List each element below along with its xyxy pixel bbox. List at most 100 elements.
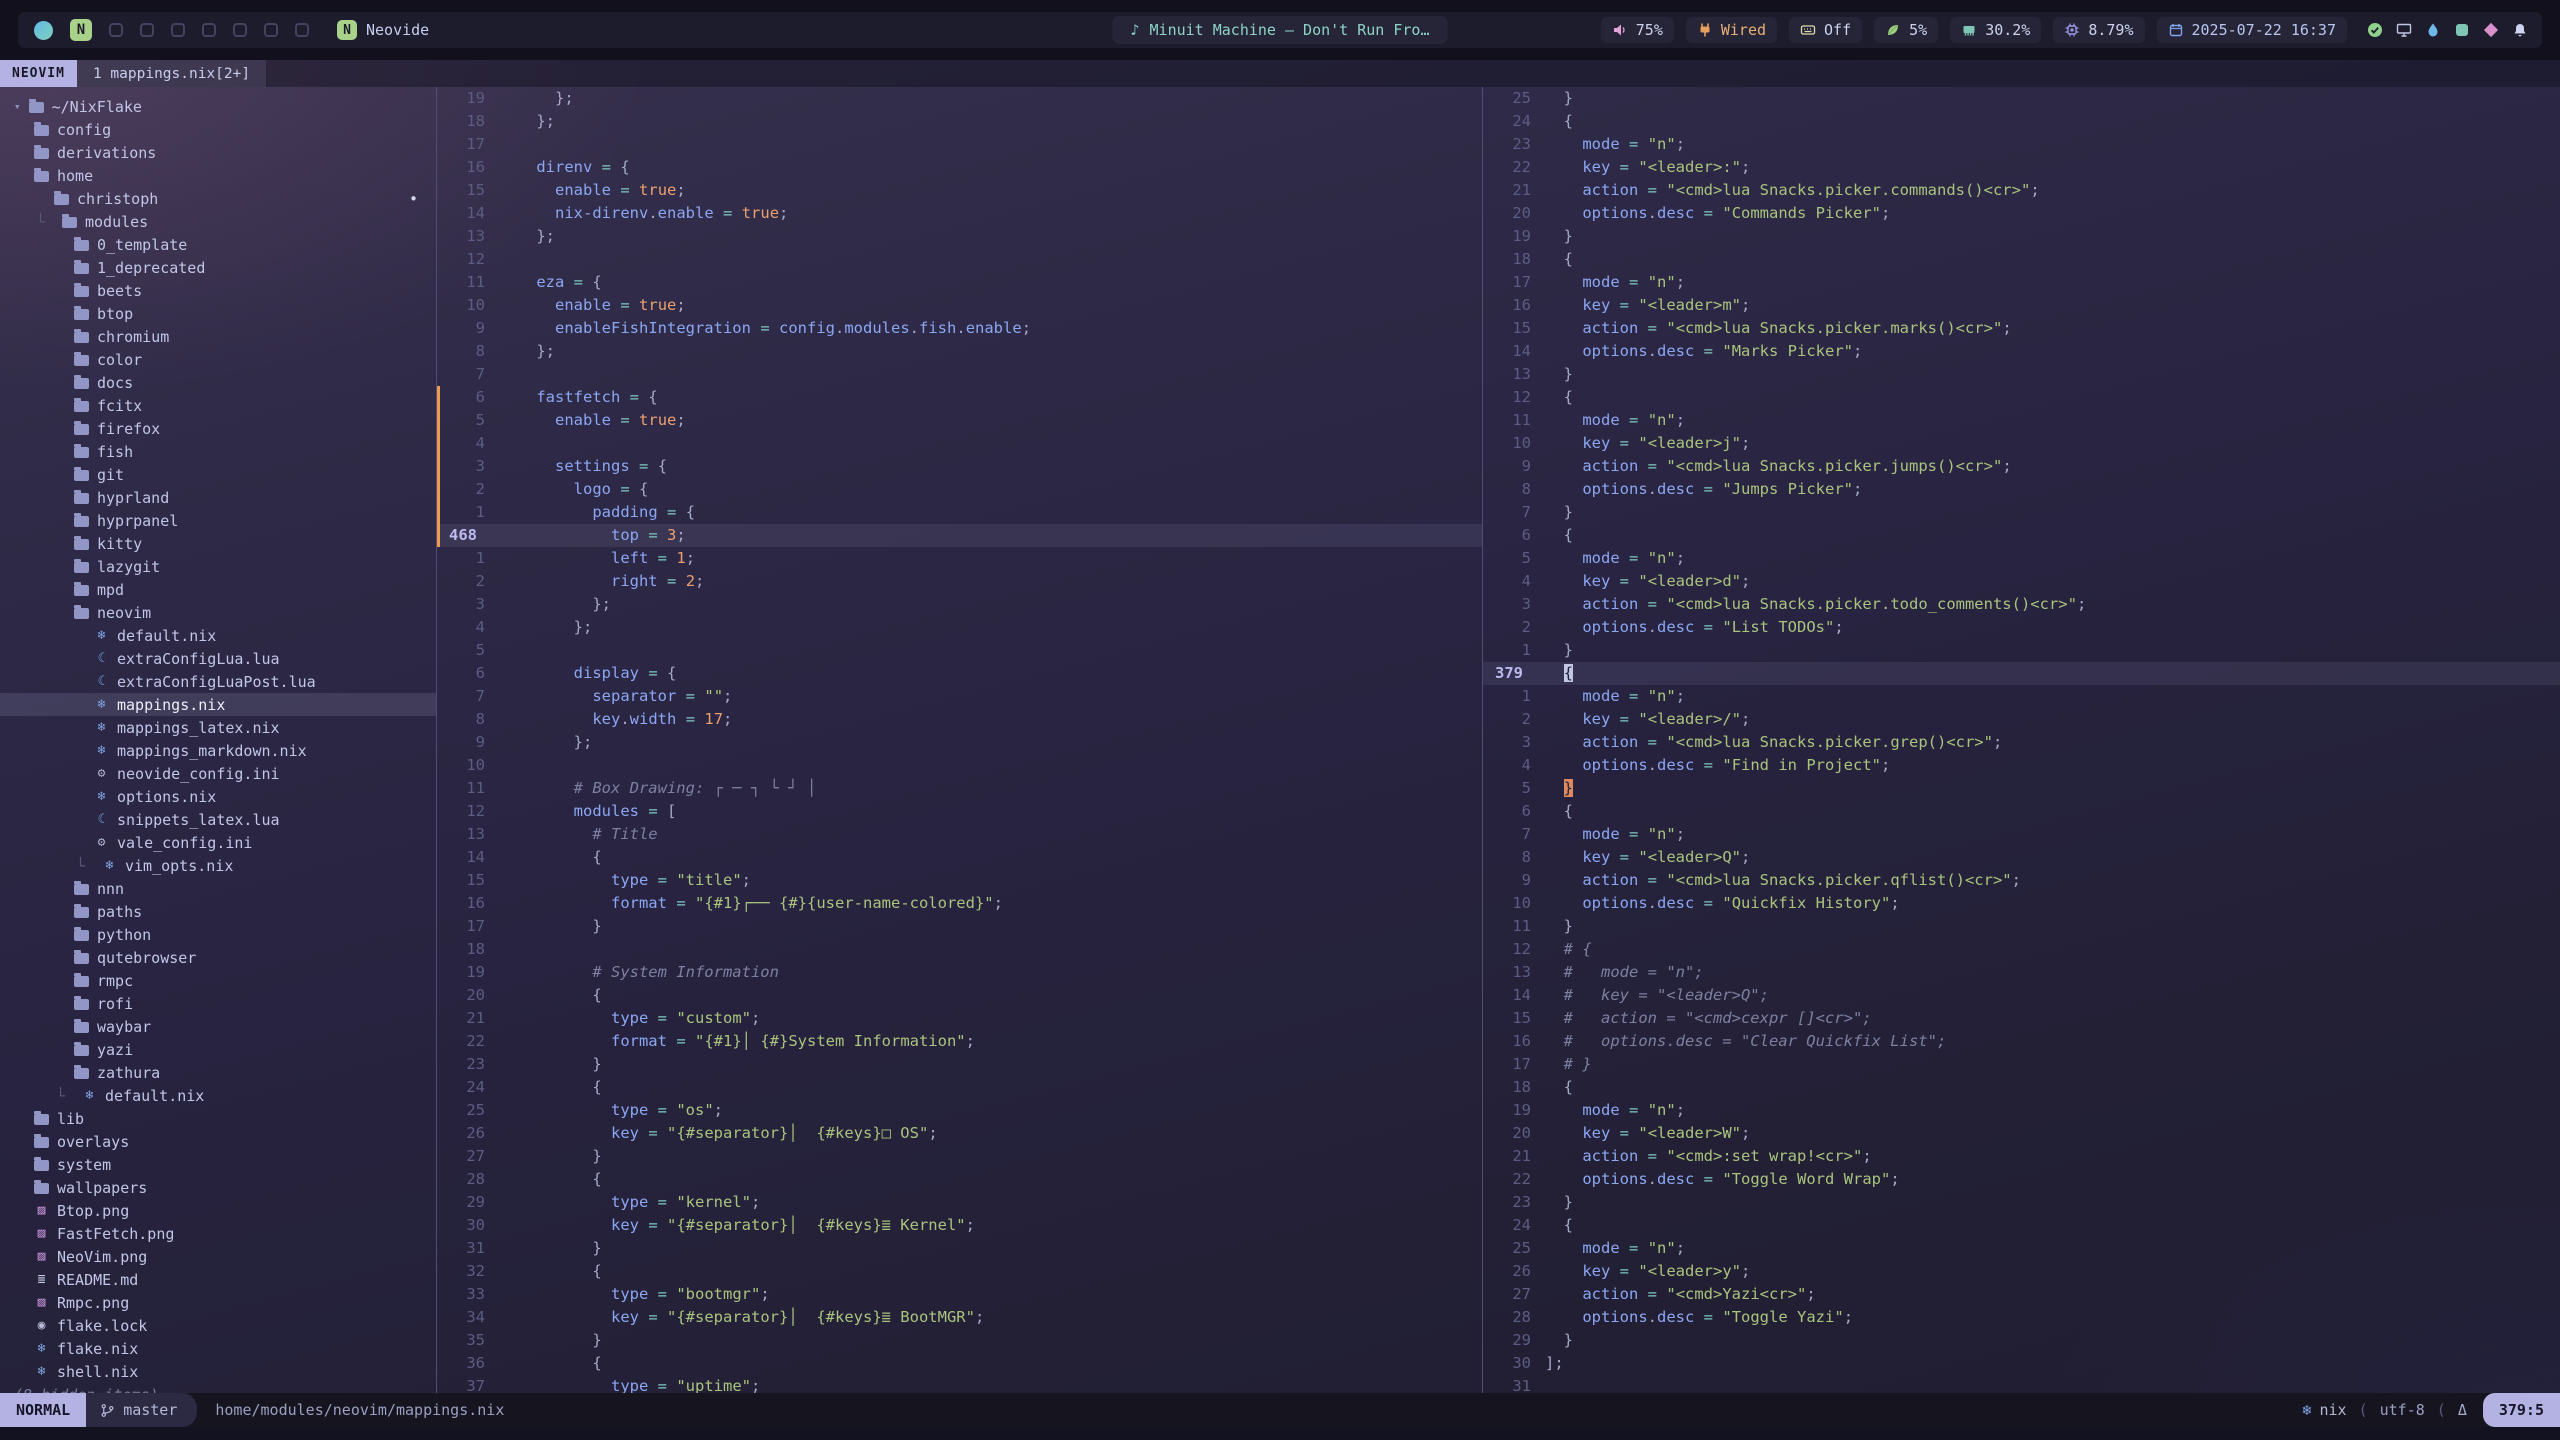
tree-item-fcitx[interactable]: fcitx xyxy=(0,394,436,417)
workspace-empty[interactable] xyxy=(202,23,216,37)
code-line[interactable]: 1 } xyxy=(1483,639,2560,662)
volume-widget[interactable]: 75% xyxy=(1601,17,1674,43)
code-line[interactable]: 14 options.desc = "Marks Picker"; xyxy=(1483,340,2560,363)
code-line[interactable]: 9 action = "<cmd>lua Snacks.picker.jumps… xyxy=(1483,455,2560,478)
tree-item-rmpc-png[interactable]: ▨Rmpc.png xyxy=(0,1291,436,1314)
code-line[interactable]: 10 enable = true; xyxy=(437,294,1482,317)
tree-item-btop-png[interactable]: ▨Btop.png xyxy=(0,1199,436,1222)
tree-item-lazygit[interactable]: lazygit xyxy=(0,555,436,578)
tree-item-modules[interactable]: └modules xyxy=(0,210,436,233)
code-line[interactable]: 22 key = "<leader>:"; xyxy=(1483,156,2560,179)
code-line[interactable]: 15 enable = true; xyxy=(437,179,1482,202)
code-line[interactable]: 15 type = "title"; xyxy=(437,869,1482,892)
code-line[interactable]: 26 key = "{#separator}│ {#keys}□ OS"; xyxy=(437,1122,1482,1145)
sync-check-icon[interactable] xyxy=(2367,22,2383,38)
code-line[interactable]: 15 action = "<cmd>lua Snacks.picker.mark… xyxy=(1483,317,2560,340)
workspace-empty[interactable] xyxy=(295,23,309,37)
code-line[interactable]: 13 # Title xyxy=(437,823,1482,846)
tree-item-neovim[interactable]: neovim xyxy=(0,601,436,624)
workspace-empty[interactable] xyxy=(264,23,278,37)
git-branch-segment[interactable]: master xyxy=(86,1393,197,1427)
bell-icon[interactable] xyxy=(2512,22,2528,38)
code-line[interactable]: 25 } xyxy=(1483,87,2560,110)
code-line[interactable]: 18 xyxy=(437,938,1482,961)
code-line[interactable]: 2 logo = { xyxy=(437,478,1482,501)
tree-item-default-nix[interactable]: ❄default.nix xyxy=(0,624,436,647)
tree-item-mappings-latex-nix[interactable]: ❄mappings_latex.nix xyxy=(0,716,436,739)
code-line[interactable]: 31 } xyxy=(437,1237,1482,1260)
tree-item-flake-nix[interactable]: ❄flake.nix xyxy=(0,1337,436,1360)
code-line[interactable]: 10 key = "<leader>j"; xyxy=(1483,432,2560,455)
code-line[interactable]: 17 xyxy=(437,133,1482,156)
code-line[interactable]: 468 top = 3; xyxy=(437,524,1482,547)
code-line[interactable]: 19 }; xyxy=(437,87,1482,110)
tree-item-config[interactable]: config xyxy=(0,118,436,141)
code-line[interactable]: 20 options.desc = "Commands Picker"; xyxy=(1483,202,2560,225)
code-line[interactable]: 10 options.desc = "Quickfix History"; xyxy=(1483,892,2560,915)
code-line[interactable]: 25 mode = "n"; xyxy=(1483,1237,2560,1260)
bluetooth-icon[interactable] xyxy=(2454,22,2470,38)
code-line[interactable]: 14 # key = "<leader>Q"; xyxy=(1483,984,2560,1007)
tree-item-mappings-nix[interactable]: ❄mappings.nix xyxy=(0,693,436,716)
workspace-empty[interactable] xyxy=(140,23,154,37)
code-line[interactable]: 12 xyxy=(437,248,1482,271)
code-line[interactable]: 9 }; xyxy=(437,731,1482,754)
code-line[interactable]: 30]; xyxy=(1483,1352,2560,1375)
tree-item-vale-config-ini[interactable]: ⚙vale_config.ini xyxy=(0,831,436,854)
code-line[interactable]: 6 display = { xyxy=(437,662,1482,685)
code-line[interactable]: 12 modules = [ xyxy=(437,800,1482,823)
code-line[interactable]: 22 options.desc = "Toggle Word Wrap"; xyxy=(1483,1168,2560,1191)
tree-item-qutebrowser[interactable]: qutebrowser xyxy=(0,946,436,969)
tree-item-0-template[interactable]: 0_template xyxy=(0,233,436,256)
code-line[interactable]: 21 action = "<cmd>lua Snacks.picker.comm… xyxy=(1483,179,2560,202)
code-line[interactable]: 8 options.desc = "Jumps Picker"; xyxy=(1483,478,2560,501)
clock-widget[interactable]: 2025-07-22 16:37 xyxy=(2157,17,2348,43)
code-line[interactable]: 23 } xyxy=(1483,1191,2560,1214)
tree-item-christoph[interactable]: christoph• xyxy=(0,187,436,210)
code-line[interactable]: 4 xyxy=(437,432,1482,455)
code-line[interactable]: 30 key = "{#separator}│ {#keys}≣ Kernel"… xyxy=(437,1214,1482,1237)
buffer-tab[interactable]: 1 mappings.nix[2+] xyxy=(77,60,266,87)
tree-item-fastfetch-png[interactable]: ▨FastFetch.png xyxy=(0,1222,436,1245)
code-line[interactable]: 36 { xyxy=(437,1352,1482,1375)
code-line[interactable]: 11 mode = "n"; xyxy=(1483,409,2560,432)
code-line[interactable]: 19 mode = "n"; xyxy=(1483,1099,2560,1122)
workspace-active-neovim[interactable]: N xyxy=(70,19,92,41)
code-line[interactable]: 9 enableFishIntegration = config.modules… xyxy=(437,317,1482,340)
code-line[interactable]: 6 { xyxy=(1483,524,2560,547)
code-line[interactable]: 37 type = "uptime"; xyxy=(437,1375,1482,1393)
tree-item-yazi[interactable]: yazi xyxy=(0,1038,436,1061)
code-line[interactable]: 17 # } xyxy=(1483,1053,2560,1076)
tree-item-lib[interactable]: lib xyxy=(0,1107,436,1130)
tree-item-extraconfiglua-lua[interactable]: ☾extraConfigLua.lua xyxy=(0,647,436,670)
code-line[interactable]: 10 xyxy=(437,754,1482,777)
tree-item-options-nix[interactable]: ❄options.nix xyxy=(0,785,436,808)
code-line[interactable]: 17 } xyxy=(437,915,1482,938)
tree-item-default-nix[interactable]: └❄default.nix xyxy=(0,1084,436,1107)
code-line[interactable]: 20 key = "<leader>W"; xyxy=(1483,1122,2560,1145)
code-line[interactable]: 7 xyxy=(437,363,1482,386)
tree-item-derivations[interactable]: derivations xyxy=(0,141,436,164)
tree-item-wallpapers[interactable]: wallpapers xyxy=(0,1176,436,1199)
code-line[interactable]: 11 } xyxy=(1483,915,2560,938)
code-line[interactable]: 5 } xyxy=(1483,777,2560,800)
code-line[interactable]: 24 { xyxy=(1483,110,2560,133)
code-line[interactable]: 29 type = "kernel"; xyxy=(437,1191,1482,1214)
code-line[interactable]: 26 key = "<leader>y"; xyxy=(1483,1260,2560,1283)
code-line[interactable]: 5 xyxy=(437,639,1482,662)
code-line[interactable]: 18 }; xyxy=(437,110,1482,133)
workspace-empty[interactable] xyxy=(233,23,247,37)
tree-item-zathura[interactable]: zathura xyxy=(0,1061,436,1084)
code-line[interactable]: 2 options.desc = "List TODOs"; xyxy=(1483,616,2560,639)
memory-widget[interactable]: 30.2% xyxy=(1950,17,2041,43)
tree-item-overlays[interactable]: overlays xyxy=(0,1130,436,1153)
tree-item-hyprpanel[interactable]: hyprpanel xyxy=(0,509,436,532)
code-line[interactable]: 6 fastfetch = { xyxy=(437,386,1482,409)
code-line[interactable]: 9 action = "<cmd>lua Snacks.picker.qflis… xyxy=(1483,869,2560,892)
file-explorer[interactable]: ▾~/NixFlakeconfigderivationshomechristop… xyxy=(0,87,437,1393)
tree-item-git[interactable]: git xyxy=(0,463,436,486)
code-line[interactable]: 11 # Box Drawing: ┌ ─ ┐ └ ┘ │ xyxy=(437,777,1482,800)
tree-item-rmpc[interactable]: rmpc xyxy=(0,969,436,992)
editor-pane-right[interactable]: 25 }24 {23 mode = "n";22 key = "<leader>… xyxy=(1482,87,2560,1393)
code-line[interactable]: 15 # action = "<cmd>cexpr []<cr>"; xyxy=(1483,1007,2560,1030)
